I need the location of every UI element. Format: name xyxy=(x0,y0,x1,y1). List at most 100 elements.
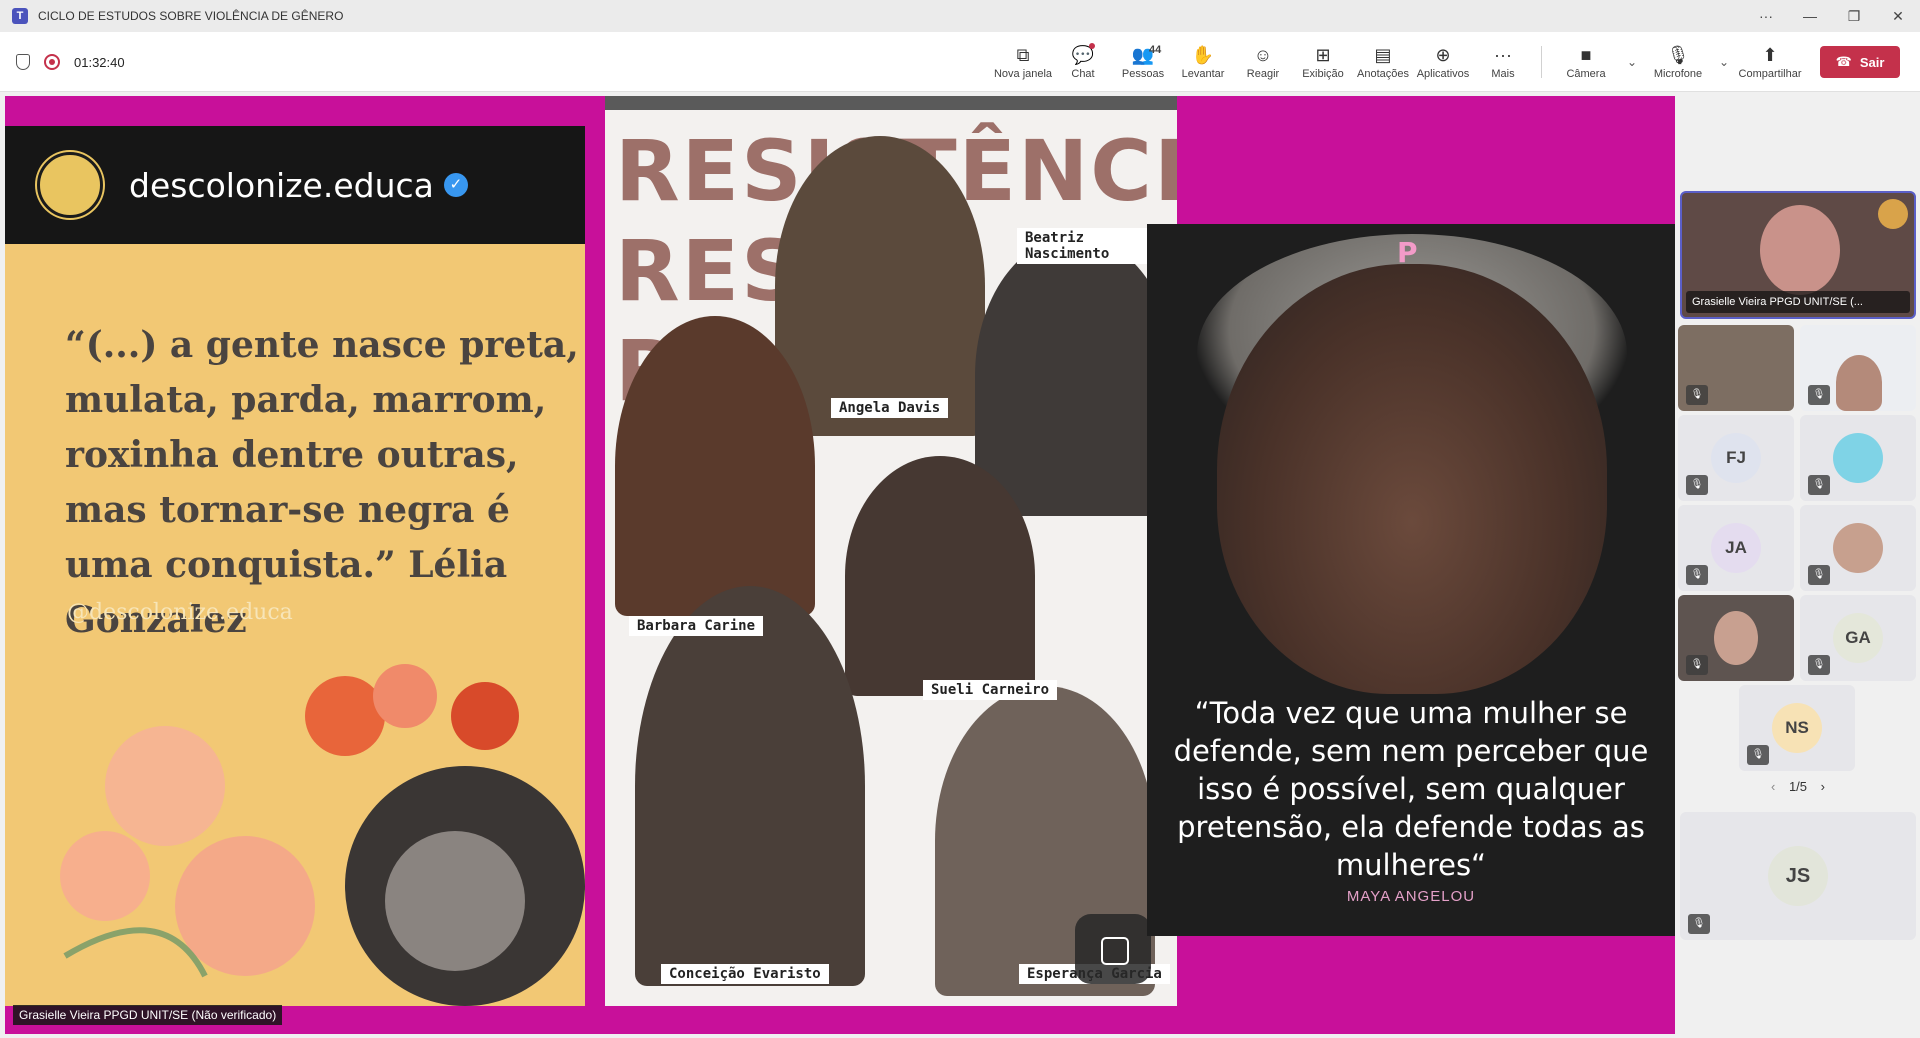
chat-notification-dot xyxy=(1089,43,1095,49)
avatar-ns: NS xyxy=(1772,703,1822,753)
participant-tile-video-2[interactable]: 🎙 xyxy=(1800,325,1916,411)
camera-button[interactable]: ■ Câmera xyxy=(1550,32,1622,92)
mic-options-chevron-icon[interactable]: ⌄ xyxy=(1714,55,1734,69)
more-options-icon[interactable]: ··· xyxy=(1744,0,1788,32)
minimize-icon[interactable]: — xyxy=(1788,0,1832,32)
collage-top-strip xyxy=(605,96,1177,110)
notes-icon: ▤ xyxy=(1374,45,1392,65)
participant-tile-fj[interactable]: FJ 🎙 xyxy=(1678,415,1794,501)
next-page-icon[interactable]: › xyxy=(1821,779,1825,794)
mic-off-icon: 🎙 xyxy=(1666,45,1690,65)
notes-label: Anotações xyxy=(1357,68,1409,80)
people-label: Pessoas xyxy=(1121,68,1165,80)
portrait-conceicao-evaristo xyxy=(635,586,865,986)
shield-icon xyxy=(16,54,30,70)
apps-label: Aplicativos xyxy=(1416,68,1470,80)
react-label: Reagir xyxy=(1246,68,1280,80)
avatar-blank xyxy=(1833,433,1883,483)
shared-screen: descolonize.educa ✓ “(...) a gente nasce… xyxy=(5,96,1675,1034)
label-barbara-carine: Barbara Carine xyxy=(629,616,764,636)
teams-app-icon: T xyxy=(12,8,28,24)
presenter-caption: Grasielle Vieira PPGD UNIT/SE (Não verif… xyxy=(13,1005,283,1025)
profile-logo xyxy=(37,152,103,218)
quote-author: MAYA ANGELOU xyxy=(1346,888,1476,905)
avatar-ja: JA xyxy=(1711,523,1761,573)
profile-header: descolonize.educa ✓ xyxy=(5,126,585,244)
participant-tile-avatar[interactable]: 🎙 xyxy=(1800,415,1916,501)
participant-video-2 xyxy=(1836,355,1882,411)
apps-button[interactable]: ⊕ Aplicativos xyxy=(1413,32,1473,92)
presenter-name: Grasielle Vieira PPGD UNIT/SE (... xyxy=(1686,291,1910,313)
new-window-button[interactable]: ⧉ Nova janela xyxy=(993,32,1053,92)
participant-tile-photo[interactable]: 🎙 xyxy=(1800,505,1916,591)
more-button[interactable]: ··· Mais xyxy=(1473,32,1533,92)
microphone-button[interactable]: 🎙 Microfone xyxy=(1642,32,1714,92)
leave-button[interactable]: ☎ Sair xyxy=(1820,46,1900,78)
participant-tile-ja[interactable]: JA 🎙 xyxy=(1678,505,1794,591)
portrait-sueli-carneiro xyxy=(845,456,1035,696)
presenter-badge-icon xyxy=(1878,199,1908,229)
label-angela-davis: Angela Davis xyxy=(831,398,949,418)
window-title: CICLO DE ESTUDOS SOBRE VIOLÊNCIA DE GÊNE… xyxy=(38,9,344,23)
screen-capture-icon[interactable] xyxy=(1075,914,1151,984)
window-titlebar: T CICLO DE ESTUDOS SOBRE VIOLÊNCIA DE GÊ… xyxy=(0,0,1920,32)
participant-tile-ns[interactable]: NS 🎙 xyxy=(1739,685,1855,771)
meeting-timer: 01:32:40 xyxy=(74,54,125,70)
participant-tile-video-1[interactable]: 🎙 xyxy=(1678,325,1794,411)
people-button[interactable]: 👥 44 Pessoas xyxy=(1113,32,1173,92)
camera-options-chevron-icon[interactable]: ⌄ xyxy=(1622,55,1642,69)
meeting-toolbar: 01:32:40 ⧉ Nova janela 💬 Chat 👥 44 Pesso… xyxy=(0,32,1920,92)
recording-icon xyxy=(44,54,60,70)
avatar-photo xyxy=(1833,523,1883,573)
participant-tile-ga[interactable]: GA 🎙 xyxy=(1800,595,1916,681)
hand-icon: ✋ xyxy=(1191,45,1215,65)
quote-card-maya-angelou: P “Toda vez que uma mulher se defende, s… xyxy=(1147,224,1675,936)
verified-badge-icon: ✓ xyxy=(443,173,468,197)
more-icon: ··· xyxy=(1494,45,1512,65)
phone-hangup-icon: ☎ xyxy=(1835,54,1852,69)
apps-icon: ⊕ xyxy=(1435,45,1451,65)
participant-tile-js[interactable]: JS 🎙 xyxy=(1680,812,1916,940)
participant-tile-video-3[interactable]: 🎙 xyxy=(1678,595,1794,681)
mic-muted-icon: 🎙 xyxy=(1688,914,1710,934)
view-button[interactable]: ⊞ Exibição xyxy=(1293,32,1353,92)
flower-illustration xyxy=(60,664,585,1006)
share-icon: ⬆ xyxy=(1762,45,1778,65)
view-label: Exibição xyxy=(1302,68,1344,80)
mic-muted-icon: 🎙 xyxy=(1808,385,1830,405)
previous-page-icon[interactable]: ‹ xyxy=(1771,779,1775,794)
portrait-angela-davis xyxy=(775,136,985,436)
avatar-ga: GA xyxy=(1833,613,1883,663)
resistance-collage: RESISTÊNCIA RESI RE Beatriz Nascimento A… xyxy=(605,96,1177,1006)
maya-angelou-quote: “Toda vez que uma mulher se defende, sem… xyxy=(1173,696,1649,882)
smiley-icon: ☺ xyxy=(1253,45,1273,65)
toolbar-divider xyxy=(1541,46,1542,78)
participant-tile-presenter[interactable]: Grasielle Vieira PPGD UNIT/SE (... xyxy=(1680,191,1916,319)
profile-handle: descolonize.educa xyxy=(129,165,434,205)
lelia-quote: “(...) a gente nasce preta, mulata, pard… xyxy=(65,324,579,641)
mic-muted-icon: 🎙 xyxy=(1686,385,1708,405)
window-controls: ··· — ❐ ✕ xyxy=(1744,0,1920,32)
leave-label: Sair xyxy=(1859,54,1885,70)
raise-hand-label: Levantar xyxy=(1181,68,1225,80)
react-button[interactable]: ☺ Reagir xyxy=(1233,32,1293,92)
publisher-logo: P xyxy=(1397,236,1418,269)
new-window-icon: ⧉ xyxy=(1016,45,1030,65)
microphone-label: Microfone xyxy=(1653,68,1703,80)
close-icon[interactable]: ✕ xyxy=(1876,0,1920,32)
share-button[interactable]: ⬆ Compartilhar xyxy=(1734,32,1806,92)
watermark-handle: @descolonize.educa xyxy=(67,600,293,625)
mic-muted-icon: 🎙 xyxy=(1808,565,1830,585)
mic-muted-icon: 🎙 xyxy=(1747,745,1769,765)
gallery-pager: ‹ 1/5 › xyxy=(1678,779,1918,794)
avatar-js: JS xyxy=(1768,846,1828,906)
participant-video-3 xyxy=(1714,611,1758,665)
notes-button[interactable]: ▤ Anotações xyxy=(1353,32,1413,92)
raise-hand-button[interactable]: ✋ Levantar xyxy=(1173,32,1233,92)
mic-muted-icon: 🎙 xyxy=(1808,655,1830,675)
camera-off-icon: ■ xyxy=(1580,45,1592,65)
mic-muted-icon: 🎙 xyxy=(1686,655,1708,675)
restore-icon[interactable]: ❐ xyxy=(1832,0,1876,32)
chat-button[interactable]: 💬 Chat xyxy=(1053,32,1113,92)
mic-muted-icon: 🎙 xyxy=(1808,475,1830,495)
